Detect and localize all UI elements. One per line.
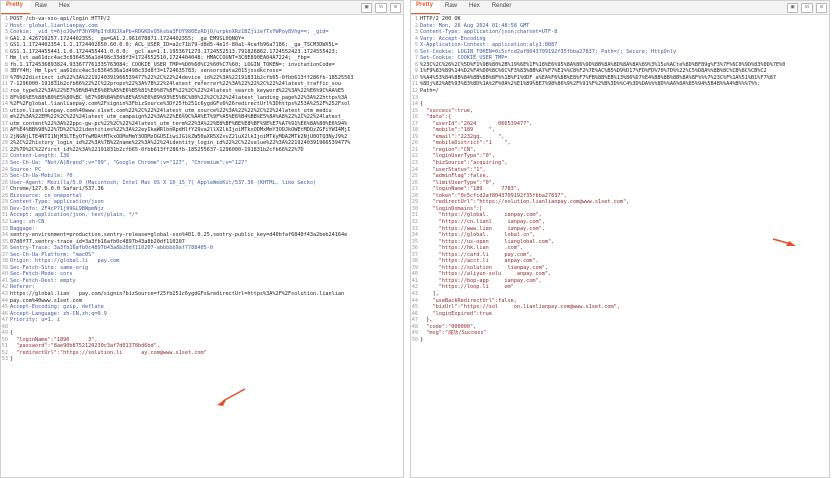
response-tabbar: Pretty Raw Hex Render ▣ \n ≡	[411, 1, 829, 15]
tab-hex[interactable]: Hex	[54, 1, 77, 14]
tab-raw[interactable]: Raw	[30, 1, 54, 14]
line-number: 53	[1, 356, 8, 363]
wrap-lines-icon[interactable]: \n	[375, 3, 387, 13]
code-line: 50}	[411, 337, 829, 344]
line-text: }	[10, 356, 14, 363]
copy-icon[interactable]: ▣	[361, 3, 372, 13]
request-body[interactable]: 1 POST /cb-va-sso-api/login HTTP/2 2 Host: …	[1, 16, 403, 477]
request-toolbar-icons: ▣ \n ≡	[361, 3, 401, 13]
tab-raw[interactable]: Raw	[440, 1, 464, 14]
burp-message-viewer: Pretty Raw Hex ▣ \n ≡ 1 POST /cb-va-sso-a…	[0, 0, 832, 478]
line-number: 50	[411, 336, 418, 343]
response-pane: Pretty Raw Hex Render ▣ \n ≡ 1 HTTP/2 200…	[410, 0, 830, 478]
request-tabbar: Pretty Raw Hex ▣ \n ≡	[1, 1, 403, 15]
menu-icon[interactable]: ≡	[816, 3, 827, 13]
tab-render[interactable]: Render	[487, 1, 519, 14]
wrap-lines-icon[interactable]: \n	[801, 3, 813, 13]
tab-pretty[interactable]: Pretty	[1, 1, 31, 14]
response-body[interactable]: 1 HTTP/2 200 OK 2 Date: Mon, 26 Aug 2024 01…	[411, 16, 829, 477]
line-text: }	[420, 336, 424, 343]
tab-hex[interactable]: Hex	[464, 1, 487, 14]
menu-icon[interactable]: ≡	[390, 3, 401, 13]
request-pane: Pretty Raw Hex ▣ \n ≡ 1 POST /cb-va-sso-a…	[0, 0, 404, 478]
response-toolbar-icons: ▣ \n ≡	[787, 3, 827, 13]
code-line: 53}	[1, 356, 403, 363]
tab-pretty[interactable]: Pretty	[411, 1, 441, 14]
copy-icon[interactable]: ▣	[787, 3, 798, 13]
